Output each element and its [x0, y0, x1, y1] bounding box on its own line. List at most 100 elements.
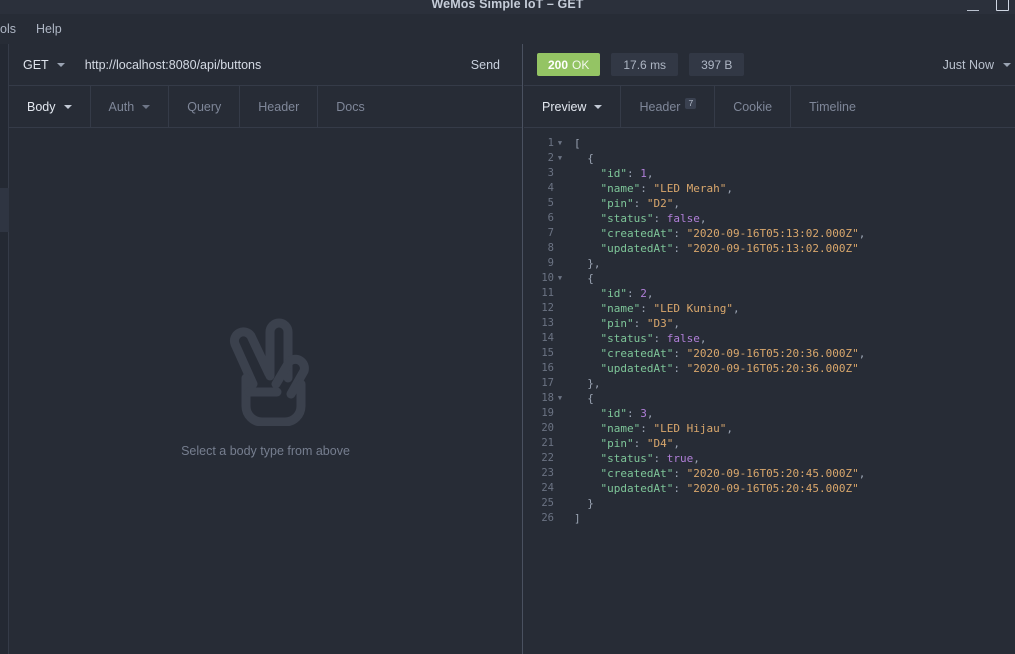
code-line: 11 "id": 2, — [524, 286, 1015, 301]
code-line: 10▼ { — [524, 271, 1015, 286]
code-line: 17 }, — [524, 376, 1015, 391]
response-pane: 200OK 17.6 ms 397 B Just Now Preview Hea… — [524, 44, 1015, 654]
line-number: 5 — [524, 196, 554, 211]
tab-query[interactable]: Query — [169, 86, 240, 127]
tab-docs-label: Docs — [336, 100, 364, 114]
code-text: "id": 2, — [566, 286, 653, 301]
response-history-selector[interactable]: Just Now — [943, 58, 1011, 72]
status-badge: 200 OK — [537, 53, 600, 76]
line-number: 26 — [524, 511, 554, 526]
tab-preview[interactable]: Preview — [524, 86, 621, 127]
code-line: 21 "pin": "D4", — [524, 436, 1015, 451]
line-number: 10 — [524, 271, 554, 286]
response-tabs: Preview Header 7 Cookie Timeline — [524, 86, 1015, 128]
header-count-badge: 7 — [685, 98, 696, 109]
code-line: 19 "id": 3, — [524, 406, 1015, 421]
fold-triangle-icon[interactable]: ▼ — [554, 136, 566, 151]
maximize-icon[interactable] — [996, 0, 1009, 11]
code-line: 14 "status": false, — [524, 331, 1015, 346]
tab-docs[interactable]: Docs — [318, 86, 383, 127]
line-number: 24 — [524, 481, 554, 496]
tab-auth[interactable]: Auth — [91, 86, 170, 127]
code-line: 1▼[ — [524, 136, 1015, 151]
code-line: 9 }, — [524, 256, 1015, 271]
code-line: 2▼ { — [524, 151, 1015, 166]
code-text: "createdAt": "2020-09-16T05:13:02.000Z", — [566, 226, 865, 241]
method-selector[interactable]: GET — [9, 58, 71, 72]
code-text: }, — [566, 376, 601, 391]
fold-triangle-icon[interactable]: ▼ — [554, 151, 566, 166]
tab-response-header[interactable]: Header 7 — [621, 86, 715, 127]
menu-bar: ols Help — [0, 14, 1015, 44]
code-text: "updatedAt": "2020-09-16T05:20:45.000Z" — [566, 481, 859, 496]
code-line: 23 "createdAt": "2020-09-16T05:20:45.000… — [524, 466, 1015, 481]
tab-header[interactable]: Header — [240, 86, 318, 127]
code-text: ] — [566, 511, 581, 526]
window-controls — [967, 0, 1009, 11]
line-number: 17 — [524, 376, 554, 391]
code-line: 25 } — [524, 496, 1015, 511]
code-line: 18▼ { — [524, 391, 1015, 406]
tab-query-label: Query — [187, 100, 221, 114]
line-number: 16 — [524, 361, 554, 376]
code-text: } — [566, 496, 594, 511]
code-text: "id": 1, — [566, 166, 653, 181]
method-label: GET — [23, 58, 49, 72]
chevron-down-icon — [142, 105, 150, 109]
code-text: { — [566, 151, 594, 166]
window-title: WeMos Simple IoT – GET — [0, 0, 1015, 11]
menu-item-tools[interactable]: ols — [0, 14, 26, 44]
menu-item-help[interactable]: Help — [26, 14, 72, 44]
code-text: "createdAt": "2020-09-16T05:20:36.000Z", — [566, 346, 865, 361]
code-text: [ — [566, 136, 581, 151]
minimize-icon[interactable] — [967, 0, 979, 11]
tab-preview-label: Preview — [542, 100, 586, 114]
request-tabs: Body Auth Query Header Docs — [9, 86, 522, 128]
line-number: 3 — [524, 166, 554, 181]
status-code: 200 — [548, 58, 568, 72]
line-number: 20 — [524, 421, 554, 436]
code-line: 20 "name": "LED Hijau", — [524, 421, 1015, 436]
chevron-down-icon — [594, 105, 602, 109]
code-text: "status": false, — [566, 331, 706, 346]
code-line: 5 "pin": "D2", — [524, 196, 1015, 211]
request-body-empty-state: Select a body type from above — [9, 128, 522, 654]
status-text: OK — [572, 58, 589, 72]
tab-body[interactable]: Body — [9, 86, 91, 127]
request-bar: GET http://localhost:8080/api/buttons Se… — [9, 44, 522, 86]
url-input[interactable]: http://localhost:8080/api/buttons — [71, 58, 459, 72]
code-line: 4 "name": "LED Merah", — [524, 181, 1015, 196]
chevron-down-icon — [57, 63, 65, 67]
code-line: 15 "createdAt": "2020-09-16T05:20:36.000… — [524, 346, 1015, 361]
response-size-badge: 397 B — [689, 53, 744, 76]
code-text: "updatedAt": "2020-09-16T05:20:36.000Z" — [566, 361, 859, 376]
tab-cookie[interactable]: Cookie — [715, 86, 791, 127]
code-text: "updatedAt": "2020-09-16T05:13:02.000Z" — [566, 241, 859, 256]
response-body-viewer[interactable]: 1▼[2▼ {3 "id": 1,4 "name": "LED Merah",5… — [524, 128, 1015, 654]
code-line: 22 "status": true, — [524, 451, 1015, 466]
code-text: "name": "LED Merah", — [566, 181, 733, 196]
line-number: 2 — [524, 151, 554, 166]
code-text: { — [566, 271, 594, 286]
line-number: 25 — [524, 496, 554, 511]
line-number: 21 — [524, 436, 554, 451]
line-number: 11 — [524, 286, 554, 301]
line-number: 6 — [524, 211, 554, 226]
tab-auth-label: Auth — [109, 100, 135, 114]
send-button[interactable]: Send — [459, 58, 522, 72]
tab-timeline[interactable]: Timeline — [791, 86, 875, 127]
fold-triangle-icon[interactable]: ▼ — [554, 271, 566, 286]
line-number: 4 — [524, 181, 554, 196]
line-number: 19 — [524, 406, 554, 421]
tab-response-header-label: Header — [639, 100, 680, 114]
request-pane: GET http://localhost:8080/api/buttons Se… — [9, 44, 523, 654]
code-text: "createdAt": "2020-09-16T05:20:45.000Z", — [566, 466, 865, 481]
fold-triangle-icon[interactable]: ▼ — [554, 391, 566, 406]
code-line: 8 "updatedAt": "2020-09-16T05:13:02.000Z… — [524, 241, 1015, 256]
code-line: 16 "updatedAt": "2020-09-16T05:20:36.000… — [524, 361, 1015, 376]
side-rail-active-item[interactable] — [0, 188, 9, 232]
code-text: "id": 3, — [566, 406, 653, 421]
line-number: 12 — [524, 301, 554, 316]
tab-timeline-label: Timeline — [809, 100, 856, 114]
empty-state-message: Select a body type from above — [181, 444, 350, 458]
